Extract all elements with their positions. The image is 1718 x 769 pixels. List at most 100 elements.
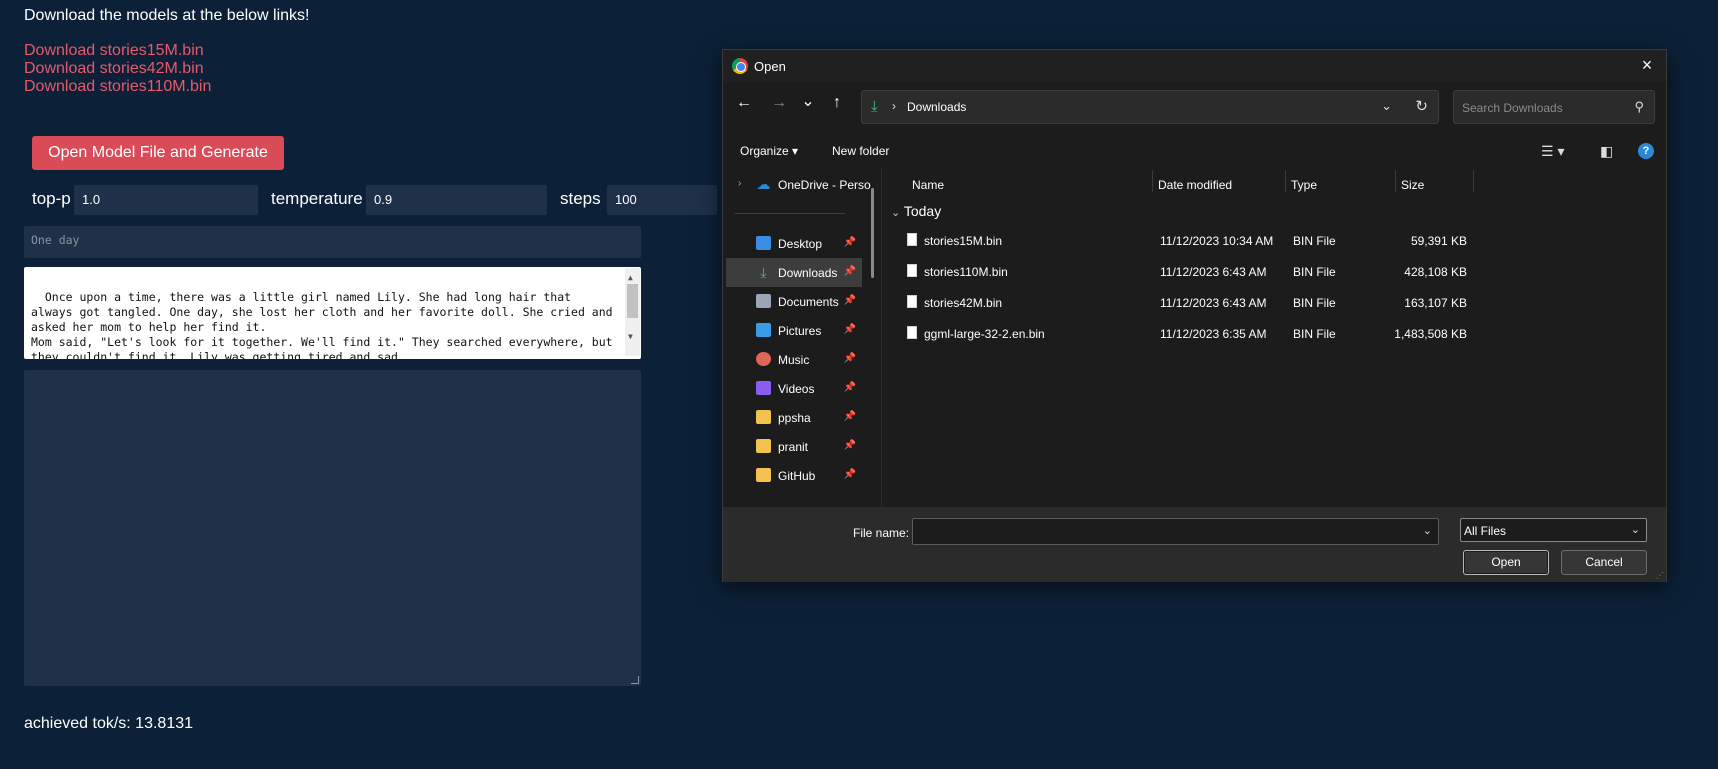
pin-icon[interactable]: 📌	[844, 295, 856, 306]
column-header-name[interactable]: Name	[912, 178, 944, 192]
refresh-icon[interactable]: ↻	[1415, 97, 1428, 115]
chevron-down-icon[interactable]: ⌄	[1381, 98, 1392, 114]
temperature-label: temperature	[271, 189, 363, 208]
column-separator[interactable]	[1285, 170, 1286, 192]
recent-locations-icon[interactable]: ⌄	[798, 91, 818, 111]
file-icon	[907, 233, 917, 246]
breadcrumb-downloads[interactable]: Downloads	[907, 100, 966, 114]
sidebar-item-label: Pictures	[778, 324, 822, 338]
sidebar-item-onedrive[interactable]: › ☁ OneDrive - Perso	[726, 170, 871, 199]
close-icon[interactable]: ×	[1636, 54, 1658, 76]
forward-icon[interactable]: →	[769, 94, 789, 112]
search-placeholder: Search Downloads	[1462, 101, 1563, 115]
chevron-down-icon[interactable]: ⌄	[1423, 524, 1432, 537]
download-link-110m[interactable]: Download stories110M.bin	[24, 78, 211, 96]
pin-icon[interactable]: 📌	[844, 440, 856, 451]
pin-icon[interactable]: 📌	[844, 237, 856, 248]
file-row[interactable]: stories15M.bin 11/12/2023 10:34 AM BIN F…	[883, 225, 1483, 255]
cancel-button[interactable]: Cancel	[1561, 550, 1647, 575]
file-row[interactable]: stories42M.bin 11/12/2023 6:43 AM BIN Fi…	[883, 287, 1483, 317]
column-header-type[interactable]: Type	[1291, 178, 1317, 192]
search-input[interactable]: Search Downloads ⚲	[1453, 90, 1655, 124]
file-name: stories42M.bin	[924, 296, 1003, 310]
new-folder-button[interactable]: New folder	[832, 144, 889, 158]
pin-icon[interactable]: 📌	[844, 353, 856, 364]
search-icon[interactable]: ⚲	[1634, 99, 1644, 115]
chevron-down-icon[interactable]: ⌄	[891, 207, 900, 219]
folder-icon	[756, 468, 771, 482]
folder-icon	[756, 439, 771, 453]
story-scrollbar[interactable]: ▲ ▼	[625, 268, 640, 356]
pin-icon[interactable]: 📌	[844, 382, 856, 393]
temperature-input[interactable]: 0.9	[366, 185, 547, 215]
download-link-15m[interactable]: Download stories15M.bin	[24, 42, 211, 60]
prompt-input[interactable]: One day	[24, 226, 641, 258]
file-name: stories110M.bin	[924, 265, 1008, 279]
chevron-right-icon[interactable]: ›	[738, 178, 741, 189]
column-header-date[interactable]: Date modified	[1158, 178, 1232, 192]
top-p-input[interactable]: 1.0	[74, 185, 258, 215]
dialog-footer: File name: ⌄ All Files ⌄ Open Cancel ⋰	[723, 507, 1666, 582]
resize-grip-icon[interactable]: ⋰	[1656, 571, 1664, 580]
column-header-size[interactable]: Size	[1401, 178, 1424, 192]
sidebar-item-documents[interactable]: Documents 📌	[726, 287, 862, 316]
sidebar-item-label: Downloads	[778, 266, 838, 280]
file-name-label: File name:	[853, 526, 910, 540]
music-icon	[756, 352, 771, 366]
back-icon[interactable]: ←	[734, 94, 754, 112]
filter-value: All Files	[1464, 524, 1507, 538]
scroll-thumb[interactable]	[627, 284, 638, 318]
pane-splitter[interactable]	[881, 168, 882, 507]
chevron-down-icon[interactable]: ⌄	[1631, 523, 1640, 536]
sidebar-item-label: pranit	[778, 440, 809, 454]
file-date: 11/12/2023 10:34 AM	[1160, 234, 1274, 248]
scroll-up-icon[interactable]: ▲	[628, 270, 633, 285]
group-label: Today	[903, 203, 942, 219]
open-button[interactable]: Open	[1463, 550, 1549, 575]
view-options-icon[interactable]: ☰ ▾	[1541, 143, 1564, 160]
navigation-row: ← → ⌄ ↑ ⤓ › Downloads ⌄ ↻ Search Downloa…	[723, 82, 1666, 126]
dialog-title: Open	[754, 59, 786, 74]
sidebar-item-github[interactable]: GitHub 📌	[726, 461, 862, 490]
nav-scrollbar[interactable]	[871, 188, 874, 278]
preview-pane-icon[interactable]: ◧	[1600, 143, 1613, 160]
resize-grip-icon[interactable]	[631, 676, 639, 684]
open-file-dialog: Open × ← → ⌄ ↑ ⤓ › Downloads ⌄ ↻ Search …	[722, 49, 1667, 582]
story-output[interactable]: Once upon a time, there was a little gir…	[24, 267, 641, 359]
file-row[interactable]: ggml-large-32-2.en.bin 11/12/2023 6:35 A…	[883, 318, 1483, 348]
organize-button[interactable]: Organize ▾	[740, 144, 798, 158]
file-name: stories15M.bin	[924, 234, 1003, 248]
pin-icon[interactable]: 📌	[844, 469, 856, 480]
sidebar-item-videos[interactable]: Videos 📌	[726, 374, 862, 403]
sidebar-item-pictures[interactable]: Pictures 📌	[726, 316, 862, 345]
sidebar-item-label: GitHub	[778, 469, 816, 483]
steps-input[interactable]: 100	[607, 185, 717, 215]
sidebar-item-pranit[interactable]: pranit 📌	[726, 432, 862, 461]
pin-icon[interactable]: 📌	[844, 411, 856, 422]
group-header-today[interactable]: ⌄ Today	[891, 203, 941, 219]
sidebar-item-music[interactable]: Music 📌	[726, 345, 862, 374]
download-link-42m[interactable]: Download stories42M.bin	[24, 60, 211, 78]
column-separator[interactable]	[1152, 170, 1153, 192]
scroll-down-icon[interactable]: ▼	[628, 329, 633, 344]
sidebar-item-desktop[interactable]: Desktop 📌	[726, 229, 862, 258]
output-area[interactable]	[24, 370, 641, 686]
file-type-filter[interactable]: All Files ⌄	[1460, 518, 1647, 542]
pin-icon[interactable]: 📌	[844, 324, 856, 335]
command-bar: Organize ▾ New folder ☰ ▾ ◧ ?	[723, 136, 1666, 168]
file-size: 428,108 KB	[1404, 265, 1467, 279]
help-icon[interactable]: ?	[1638, 143, 1654, 159]
sidebar-item-label: Videos	[778, 382, 815, 396]
column-separator[interactable]	[1473, 170, 1474, 192]
address-bar[interactable]: ⤓ › Downloads ⌄ ↻	[861, 90, 1439, 124]
file-name-field[interactable]: ⌄	[912, 518, 1439, 545]
up-icon[interactable]: ↑	[827, 94, 847, 112]
column-separator[interactable]	[1395, 170, 1396, 192]
pin-icon[interactable]: 📌	[844, 266, 856, 277]
file-type: BIN File	[1293, 265, 1336, 279]
file-date: 11/12/2023 6:43 AM	[1160, 296, 1267, 310]
sidebar-item-ppsha[interactable]: ppsha 📌	[726, 403, 862, 432]
sidebar-item-downloads[interactable]: ⤓ Downloads 📌	[726, 258, 862, 287]
open-model-button[interactable]: Open Model File and Generate	[32, 136, 284, 170]
file-row[interactable]: stories110M.bin 11/12/2023 6:43 AM BIN F…	[883, 256, 1483, 286]
